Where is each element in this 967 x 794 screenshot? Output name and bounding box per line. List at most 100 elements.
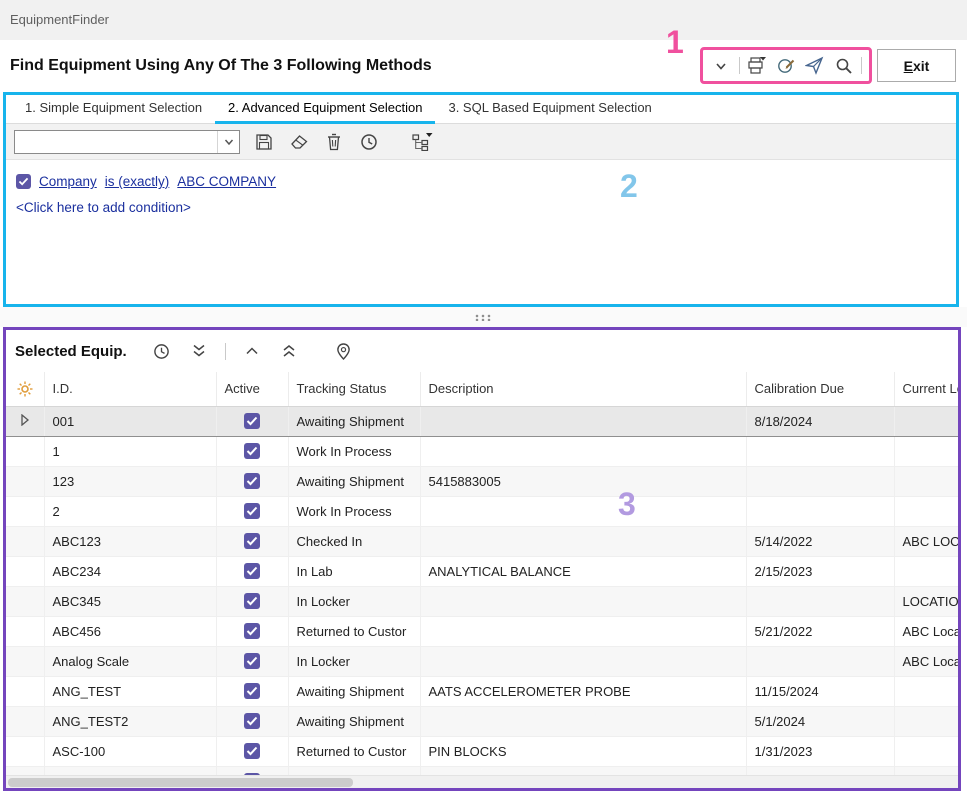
cell-description[interactable] (420, 646, 746, 676)
column-header-current-location[interactable]: Current Location (894, 372, 958, 406)
table-row[interactable]: 2Work In Process (6, 496, 958, 526)
cell-tracking-status[interactable]: In Locker (288, 646, 420, 676)
cell-current-location[interactable]: ABC Locati (894, 646, 958, 676)
cell-current-location[interactable] (894, 556, 958, 586)
active-checkbox[interactable] (244, 473, 260, 489)
cell-calibration-due[interactable]: 2/15/2023 (746, 556, 894, 586)
cell-description[interactable] (420, 706, 746, 736)
row-selector[interactable] (6, 706, 44, 736)
condition-field-link[interactable]: Company (39, 174, 97, 189)
cell-id[interactable]: ABC123 (44, 526, 216, 556)
cell-description[interactable] (420, 526, 746, 556)
table-row[interactable]: Analog Scale In Locker ABC Locati (6, 646, 958, 676)
double-chevron-up-icon[interactable] (278, 340, 300, 362)
cell-current-location[interactable] (894, 676, 958, 706)
table-row[interactable]: ABC123 Checked In 5/14/2022ABC LOCA (6, 526, 958, 556)
chevron-up-icon[interactable] (241, 340, 263, 362)
chevron-down-icon[interactable] (710, 55, 732, 77)
cell-description[interactable]: AATS ACCELEROMETER PROBE (420, 676, 746, 706)
add-condition-link[interactable]: <Click here to add condition> (16, 200, 946, 215)
row-selector[interactable] (6, 586, 44, 616)
cell-description[interactable] (420, 616, 746, 646)
cell-id[interactable]: ABC234 (44, 556, 216, 586)
cell-calibration-due[interactable]: 11/15/2024 (746, 676, 894, 706)
cell-tracking-status[interactable]: Awaiting Shipment (288, 676, 420, 706)
cell-description[interactable] (420, 496, 746, 526)
cell-calibration-due[interactable] (746, 646, 894, 676)
row-selector[interactable] (6, 496, 44, 526)
cell-tracking-status[interactable]: Awaiting Shipment (288, 466, 420, 496)
active-checkbox[interactable] (244, 413, 260, 429)
tab-advanced-selection[interactable]: 2. Advanced Equipment Selection (215, 95, 435, 124)
cell-calibration-due[interactable]: 5/1/2024 (746, 706, 894, 736)
eraser-icon[interactable] (288, 131, 310, 153)
row-selector[interactable] (6, 736, 44, 766)
cell-description[interactable] (420, 436, 746, 466)
cell-current-location[interactable] (894, 736, 958, 766)
cell-current-location[interactable] (894, 466, 958, 496)
row-selector[interactable] (6, 676, 44, 706)
location-pin-icon[interactable] (333, 340, 355, 362)
cell-calibration-due[interactable]: 8/18/2024 (746, 406, 894, 436)
cell-tracking-status[interactable]: Checked In (288, 526, 420, 556)
cell-tracking-status[interactable]: In Lab (288, 556, 420, 586)
cell-calibration-due[interactable] (746, 496, 894, 526)
printer-icon[interactable] (746, 55, 768, 77)
active-checkbox[interactable] (244, 683, 260, 699)
cell-id[interactable]: 1 (44, 436, 216, 466)
active-checkbox[interactable] (244, 713, 260, 729)
cell-current-location[interactable] (894, 406, 958, 436)
table-row[interactable]: ABC456Returned to Custor5/21/2022ABC Loc… (6, 616, 958, 646)
combobox-chevron-icon[interactable] (217, 131, 239, 153)
cell-calibration-due[interactable]: 5/14/2022 (746, 526, 894, 556)
cell-tracking-status[interactable]: Returned to Custor (288, 616, 420, 646)
cell-current-location[interactable] (894, 496, 958, 526)
cell-description[interactable]: PIN BLOCKS (420, 736, 746, 766)
table-row[interactable]: 1Work In Process (6, 436, 958, 466)
active-checkbox[interactable] (244, 743, 260, 759)
cell-calibration-due[interactable] (746, 466, 894, 496)
cell-id[interactable]: 2 (44, 496, 216, 526)
search-icon[interactable] (833, 55, 855, 77)
cell-id[interactable]: Analog Scale (44, 646, 216, 676)
cell-id[interactable]: ANG_TEST (44, 676, 216, 706)
tab-simple-selection[interactable]: 1. Simple Equipment Selection (12, 95, 215, 124)
condition-checkbox[interactable] (16, 174, 31, 189)
tree-export-icon[interactable] (411, 131, 433, 153)
column-header-id[interactable]: I.D. (44, 372, 216, 406)
tab-sql-selection[interactable]: 3. SQL Based Equipment Selection (435, 95, 664, 124)
cell-tracking-status[interactable]: In Locker (288, 586, 420, 616)
cell-current-location[interactable]: ABC LOCA (894, 526, 958, 556)
cell-id[interactable]: 001 (44, 406, 216, 436)
active-checkbox[interactable] (244, 623, 260, 639)
cell-current-location[interactable]: LOCATION (894, 586, 958, 616)
cell-id[interactable]: ABC345 (44, 586, 216, 616)
table-row[interactable]: ABC345 In Locker LOCATION (6, 586, 958, 616)
table-row[interactable]: 123Awaiting Shipment5415883005 (6, 466, 958, 496)
cell-current-location[interactable]: ABC Locati (894, 616, 958, 646)
send-icon[interactable] (804, 55, 826, 77)
select-all-header[interactable] (6, 372, 44, 406)
scrollbar-thumb[interactable] (8, 778, 353, 787)
filter-combobox[interactable] (14, 130, 240, 154)
history-icon[interactable] (151, 340, 173, 362)
active-checkbox[interactable] (244, 653, 260, 669)
cell-tracking-status[interactable]: Awaiting Shipment (288, 706, 420, 736)
cell-id[interactable]: ANG_TEST2 (44, 706, 216, 736)
cell-current-location[interactable] (894, 436, 958, 466)
double-chevron-down-icon[interactable] (188, 340, 210, 362)
row-selector[interactable] (6, 436, 44, 466)
cell-description[interactable] (420, 586, 746, 616)
row-selector[interactable] (6, 466, 44, 496)
filter-history-icon[interactable] (358, 131, 380, 153)
cell-description[interactable]: 5415883005 (420, 466, 746, 496)
condition-value-link[interactable]: ABC COMPANY (177, 174, 276, 189)
horizontal-scrollbar[interactable] (6, 775, 958, 788)
cell-calibration-due[interactable] (746, 586, 894, 616)
delete-filter-icon[interactable] (323, 131, 345, 153)
table-row[interactable]: ABC234In LabANALYTICAL BALANCE2/15/2023 (6, 556, 958, 586)
row-selector[interactable] (6, 556, 44, 586)
condition-operator-link[interactable]: is (exactly) (105, 174, 170, 189)
row-selector[interactable] (6, 526, 44, 556)
active-checkbox[interactable] (244, 593, 260, 609)
